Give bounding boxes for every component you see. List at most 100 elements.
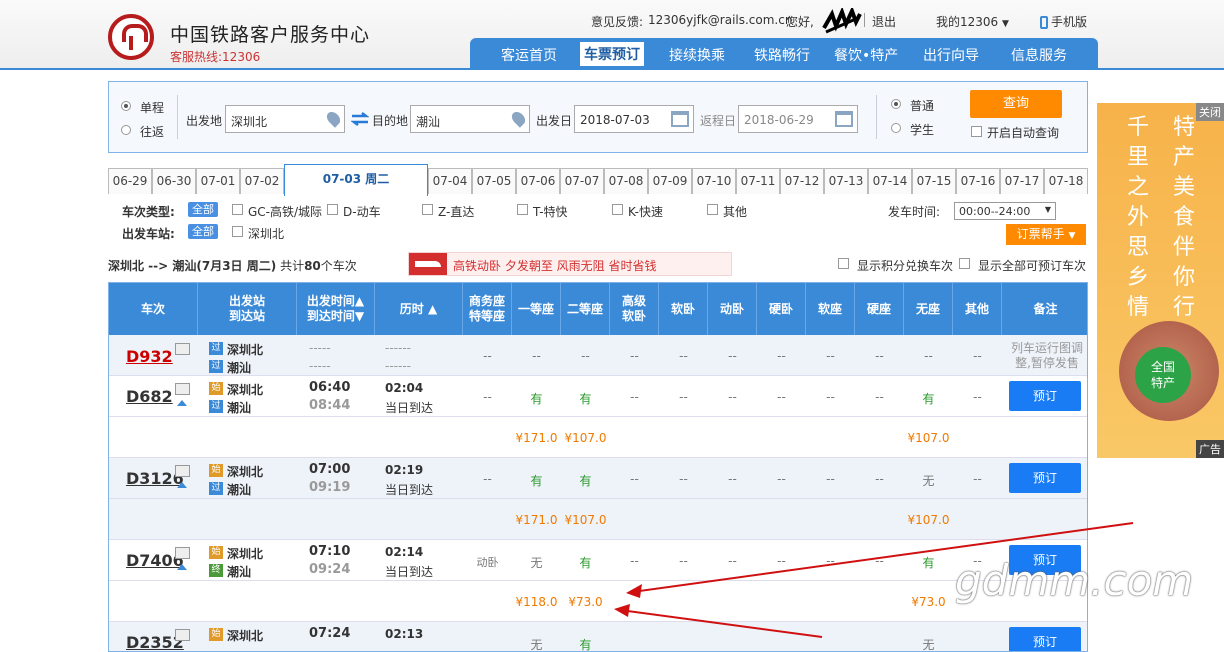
date-tab[interactable]: 06-29 [108, 168, 152, 194]
show-all-label: 显示全部可预订车次 [978, 259, 1087, 273]
type-k-checkbox[interactable] [612, 204, 623, 215]
date-tab[interactable]: 07-12 [780, 168, 824, 194]
nav-transfer[interactable]: 接续换乘 [669, 45, 725, 65]
date-tab[interactable]: 07-17 [1000, 168, 1044, 194]
seat-cell[interactable]: 有 [512, 390, 561, 407]
nav-ticket-booking[interactable]: 车票预订 [580, 42, 644, 66]
date-tab[interactable]: 07-06 [516, 168, 560, 194]
train-info-icon[interactable] [175, 547, 190, 559]
to-station-input[interactable]: 潮汕 [410, 105, 530, 133]
promo-banner[interactable]: 高铁动卧 夕发朝至 风雨无阻 省时省钱 [408, 252, 732, 276]
my12306-menu[interactable]: 我的12306 ▼ [936, 13, 1009, 30]
seat-cell[interactable]: 有 [904, 390, 953, 407]
side-ad[interactable]: 关闭 千里之外思乡情 特产美食伴你行 全国 特产 广告 [1097, 103, 1224, 458]
nav-home[interactable]: 客运首页 [501, 45, 557, 65]
book-button[interactable]: 预订 [1009, 463, 1081, 493]
date-tab[interactable]: 07-09 [648, 168, 692, 194]
train-info-icon[interactable] [175, 383, 190, 395]
date-tabs: 06-29 06-30 07-01 07-02 07-03 周二 07-04 0… [108, 164, 1088, 196]
train-info-icon[interactable] [175, 465, 190, 477]
date-tab-selected[interactable]: 07-03 周二 [284, 164, 428, 196]
from-station-input[interactable]: 深圳北 [225, 105, 345, 133]
expand-arrow-icon[interactable] [177, 400, 187, 406]
trip-oneway-radio[interactable] [121, 101, 131, 111]
trip-round-radio[interactable] [121, 125, 131, 135]
date-tab[interactable]: 07-18 [1044, 168, 1088, 194]
nav-travel-guide[interactable]: 出行向导 [923, 45, 979, 65]
expand-arrow-icon[interactable] [177, 564, 187, 570]
summary-count-prefix: 共计 [280, 259, 305, 273]
train-code-link[interactable]: D682 [126, 387, 173, 406]
date-tab[interactable]: 07-01 [196, 168, 240, 194]
ticket-normal-radio[interactable] [891, 99, 901, 109]
col-premium-sleeper: 高级 软卧 [610, 283, 659, 335]
seat-cell[interactable]: 有 [561, 390, 610, 407]
train-info-icon[interactable] [175, 343, 190, 355]
logout-link[interactable]: 退出 [872, 13, 896, 30]
date-tab[interactable]: 07-08 [604, 168, 648, 194]
show-points-checkbox[interactable] [838, 258, 849, 269]
swap-stations-icon[interactable] [351, 112, 369, 126]
type-other-checkbox[interactable] [707, 204, 718, 215]
date-tab[interactable]: 07-13 [824, 168, 868, 194]
from-station: 深圳北 [227, 629, 264, 643]
date-tab[interactable]: 07-02 [240, 168, 284, 194]
return-date-input[interactable]: 2018-06-29 [738, 105, 858, 133]
type-gc-checkbox[interactable] [232, 204, 243, 215]
site-title: 中国铁路客户服务中心 [170, 24, 371, 46]
duration: 02:14 [385, 545, 424, 559]
col-train-code: 车次 [109, 283, 198, 335]
price-cell: ¥107.0 [907, 431, 950, 445]
auto-query-checkbox[interactable] [971, 126, 982, 137]
date-tab[interactable]: 07-16 [956, 168, 1000, 194]
date-tab[interactable]: 07-11 [736, 168, 780, 194]
nav-dining[interactable]: 餐饮•特产 [834, 45, 898, 65]
type-t-label: T-特快 [533, 205, 568, 219]
date-tab[interactable]: 07-15 [912, 168, 956, 194]
expand-arrow-icon[interactable] [177, 482, 187, 488]
seat-cell: -- [973, 472, 982, 486]
depart-date-label: 出发日 [536, 114, 573, 128]
from-value: 深圳北 [231, 115, 268, 129]
promo-text: 高铁动卧 夕发朝至 风雨无阻 省时省钱 [453, 259, 657, 273]
location-pin-icon [509, 109, 528, 128]
ad-close-button[interactable]: 关闭 [1196, 103, 1224, 121]
type-t-checkbox[interactable] [517, 204, 528, 215]
booking-helper-button[interactable]: 订票帮手 ▼ [1006, 224, 1086, 245]
date-tab[interactable]: 07-05 [472, 168, 516, 194]
nav-rail-pass[interactable]: 铁路畅行 [754, 45, 810, 65]
date-tab[interactable]: 07-10 [692, 168, 736, 194]
calendar-icon[interactable] [671, 111, 689, 127]
mobile-link[interactable]: 手机版 [1040, 13, 1087, 30]
seat-cell[interactable]: 有 [561, 472, 610, 489]
calendar-icon[interactable] [835, 111, 853, 127]
summary-route: 深圳北 --> 潮汕 [108, 259, 197, 273]
nav-info-service[interactable]: 信息服务 [1011, 45, 1067, 65]
train-code-link[interactable]: D932 [126, 347, 173, 366]
date-tab[interactable]: 07-04 [428, 168, 472, 194]
ticket-student-radio[interactable] [891, 123, 901, 133]
railway-logo-icon[interactable] [108, 14, 154, 60]
date-tab[interactable]: 07-07 [560, 168, 604, 194]
book-button[interactable]: 预订 [1009, 381, 1081, 411]
col-times[interactable]: 出发时间▲ 到达时间▼ [297, 283, 375, 335]
seat-cell: -- [777, 472, 786, 486]
depart-station-all[interactable]: 全部 [188, 224, 218, 239]
date-tab[interactable]: 06-30 [152, 168, 196, 194]
show-all-checkbox[interactable] [959, 258, 970, 269]
train-info-icon[interactable] [175, 629, 190, 641]
feedback-email-link[interactable]: 12306yjfk@rails.com.cn [648, 13, 792, 27]
col-duration[interactable]: 历时 ▲ [375, 283, 463, 335]
seat-cell[interactable]: 有 [512, 472, 561, 489]
date-tab[interactable]: 07-14 [868, 168, 912, 194]
station-shenzhenbei-checkbox[interactable] [232, 226, 243, 237]
type-d-checkbox[interactable] [327, 204, 338, 215]
type-z-checkbox[interactable] [422, 204, 433, 215]
pass-station-icon: 过 [209, 360, 223, 373]
query-button[interactable]: 查询 [970, 90, 1062, 118]
seat-cell: -- [875, 390, 884, 404]
train-type-all[interactable]: 全部 [188, 202, 218, 217]
depart-date-input[interactable]: 2018-07-03 [574, 105, 694, 133]
depart-time-select[interactable]: 00:00--24:00 [954, 202, 1056, 220]
depart-time: 07:10 [309, 544, 351, 559]
